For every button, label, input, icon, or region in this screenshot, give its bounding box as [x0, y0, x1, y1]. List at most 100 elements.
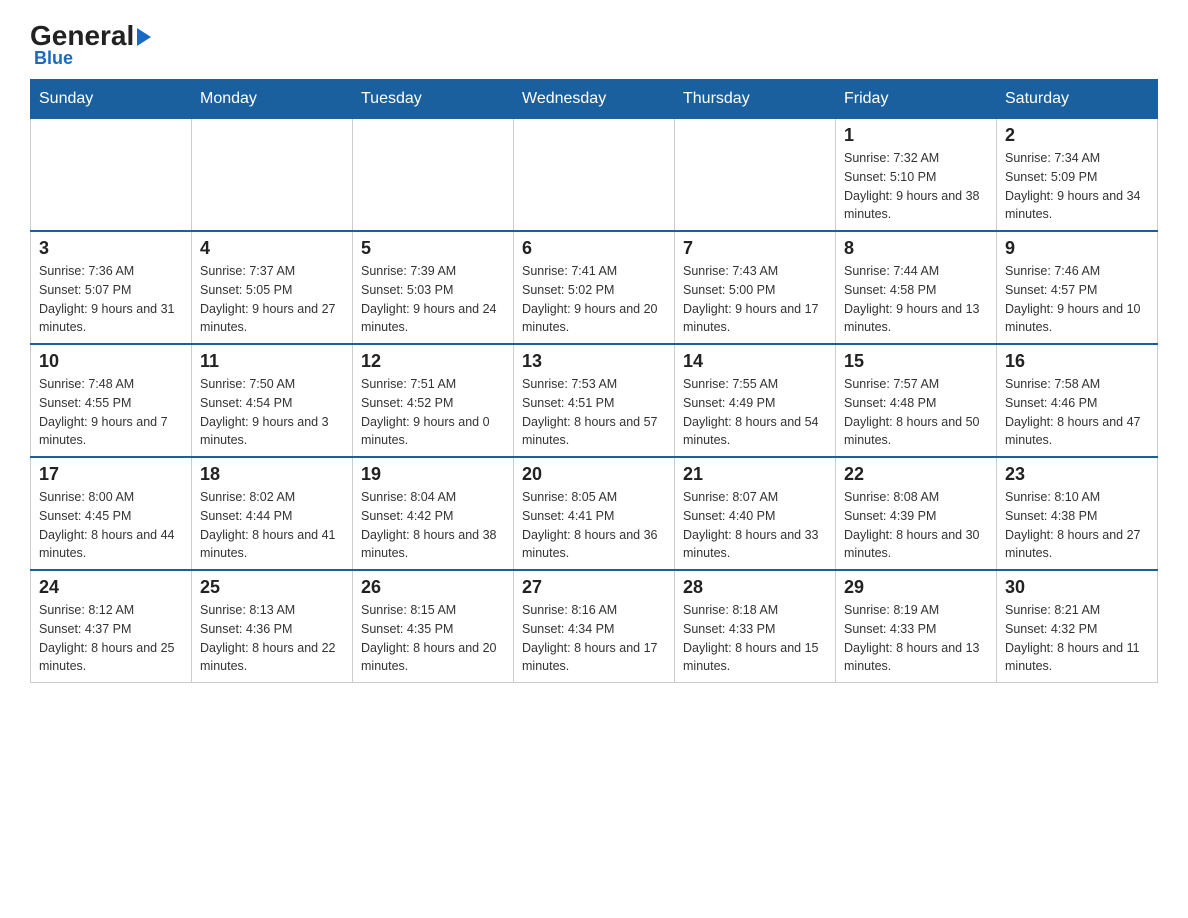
day-sun-info: Sunrise: 8:21 AMSunset: 4:32 PMDaylight:…	[1005, 601, 1149, 676]
calendar-table: SundayMondayTuesdayWednesdayThursdayFrid…	[30, 79, 1158, 683]
day-sun-info: Sunrise: 8:04 AMSunset: 4:42 PMDaylight:…	[361, 488, 505, 563]
day-number: 15	[844, 351, 988, 372]
day-sun-info: Sunrise: 8:07 AMSunset: 4:40 PMDaylight:…	[683, 488, 827, 563]
day-sun-info: Sunrise: 8:13 AMSunset: 4:36 PMDaylight:…	[200, 601, 344, 676]
calendar-day-cell: 19 Sunrise: 8:04 AMSunset: 4:42 PMDayligh…	[353, 457, 514, 570]
day-sun-info: Sunrise: 7:39 AMSunset: 5:03 PMDaylight:…	[361, 262, 505, 337]
calendar-day-cell: 11Sunrise: 7:50 AMSunset: 4:54 PMDayligh…	[192, 344, 353, 457]
day-number: 18	[200, 464, 344, 485]
day-number: 20	[522, 464, 666, 485]
calendar-day-cell: 7Sunrise: 7:43 AMSunset: 5:00 PMDaylight…	[675, 231, 836, 344]
day-number: 23	[1005, 464, 1149, 485]
day-sun-info: Sunrise: 8:00 AMSunset: 4:45 PMDaylight:…	[39, 488, 183, 563]
calendar-day-cell: 4 Sunrise: 7:37 AMSunset: 5:05 PMDaylight…	[192, 231, 353, 344]
calendar-day-cell: 15Sunrise: 7:57 AMSunset: 4:48 PMDayligh…	[836, 344, 997, 457]
day-number: 25	[200, 577, 344, 598]
day-sun-info: Sunrise: 8:19 AMSunset: 4:33 PMDaylight:…	[844, 601, 988, 676]
calendar-day-cell: 10 Sunrise: 7:48 AMSunset: 4:55 PMDayligh…	[31, 344, 192, 457]
day-number: 4	[200, 238, 344, 259]
day-sun-info: Sunrise: 7:41 AMSunset: 5:02 PMDaylight:…	[522, 262, 666, 337]
day-number: 28	[683, 577, 827, 598]
calendar-day-cell: 3 Sunrise: 7:36 AMSunset: 5:07 PMDaylight…	[31, 231, 192, 344]
day-number: 14	[683, 351, 827, 372]
calendar-day-cell: 9 Sunrise: 7:46 AMSunset: 4:57 PMDaylight…	[997, 231, 1158, 344]
calendar-week-row: 3 Sunrise: 7:36 AMSunset: 5:07 PMDaylight…	[31, 231, 1158, 344]
day-number: 26	[361, 577, 505, 598]
calendar-day-cell: 20 Sunrise: 8:05 AMSunset: 4:41 PMDayligh…	[514, 457, 675, 570]
day-of-week-header: Tuesday	[353, 80, 514, 119]
day-number: 17	[39, 464, 183, 485]
day-sun-info: Sunrise: 7:37 AMSunset: 5:05 PMDaylight:…	[200, 262, 344, 337]
day-sun-info: Sunrise: 8:16 AMSunset: 4:34 PMDaylight:…	[522, 601, 666, 676]
calendar-week-row: 17 Sunrise: 8:00 AMSunset: 4:45 PMDayligh…	[31, 457, 1158, 570]
day-sun-info: Sunrise: 7:53 AMSunset: 4:51 PMDaylight:…	[522, 375, 666, 450]
day-number: 9	[1005, 238, 1149, 259]
day-number: 6	[522, 238, 666, 259]
day-number: 27	[522, 577, 666, 598]
calendar-day-cell: 23 Sunrise: 8:10 AMSunset: 4:38 PMDayligh…	[997, 457, 1158, 570]
day-number: 5	[361, 238, 505, 259]
calendar-day-cell: 5 Sunrise: 7:39 AMSunset: 5:03 PMDaylight…	[353, 231, 514, 344]
day-sun-info: Sunrise: 7:36 AMSunset: 5:07 PMDaylight:…	[39, 262, 183, 337]
day-number: 3	[39, 238, 183, 259]
day-of-week-header: Thursday	[675, 80, 836, 119]
day-sun-info: Sunrise: 7:55 AMSunset: 4:49 PMDaylight:…	[683, 375, 827, 450]
day-sun-info: Sunrise: 7:48 AMSunset: 4:55 PMDaylight:…	[39, 375, 183, 450]
day-number: 29	[844, 577, 988, 598]
day-number: 24	[39, 577, 183, 598]
day-sun-info: Sunrise: 8:18 AMSunset: 4:33 PMDaylight:…	[683, 601, 827, 676]
calendar-day-cell: 26Sunrise: 8:15 AMSunset: 4:35 PMDayligh…	[353, 570, 514, 683]
calendar-day-cell: 22Sunrise: 8:08 AMSunset: 4:39 PMDayligh…	[836, 457, 997, 570]
calendar-day-cell: 29 Sunrise: 8:19 AMSunset: 4:33 PMDayligh…	[836, 570, 997, 683]
day-sun-info: Sunrise: 8:02 AMSunset: 4:44 PMDaylight:…	[200, 488, 344, 563]
day-sun-info: Sunrise: 7:58 AMSunset: 4:46 PMDaylight:…	[1005, 375, 1149, 450]
day-number: 16	[1005, 351, 1149, 372]
day-number: 8	[844, 238, 988, 259]
day-number: 12	[361, 351, 505, 372]
day-number: 30	[1005, 577, 1149, 598]
calendar-header-row: SundayMondayTuesdayWednesdayThursdayFrid…	[31, 80, 1158, 119]
calendar-week-row: 1Sunrise: 7:32 AMSunset: 5:10 PMDaylight…	[31, 119, 1158, 232]
calendar-day-cell: 28 Sunrise: 8:18 AMSunset: 4:33 PMDayligh…	[675, 570, 836, 683]
logo-arrow-icon	[137, 28, 151, 46]
calendar-day-cell: 30 Sunrise: 8:21 AMSunset: 4:32 PMDayligh…	[997, 570, 1158, 683]
day-of-week-header: Sunday	[31, 80, 192, 119]
day-sun-info: Sunrise: 7:43 AMSunset: 5:00 PMDaylight:…	[683, 262, 827, 337]
day-sun-info: Sunrise: 8:10 AMSunset: 4:38 PMDaylight:…	[1005, 488, 1149, 563]
day-number: 11	[200, 351, 344, 372]
day-sun-info: Sunrise: 8:08 AMSunset: 4:39 PMDaylight:…	[844, 488, 988, 563]
calendar-day-cell: 13 Sunrise: 7:53 AMSunset: 4:51 PMDayligh…	[514, 344, 675, 457]
calendar-day-cell	[31, 119, 192, 232]
day-of-week-header: Monday	[192, 80, 353, 119]
calendar-day-cell: 27 Sunrise: 8:16 AMSunset: 4:34 PMDayligh…	[514, 570, 675, 683]
calendar-day-cell: 14 Sunrise: 7:55 AMSunset: 4:49 PMDayligh…	[675, 344, 836, 457]
day-number: 21	[683, 464, 827, 485]
day-number: 10	[39, 351, 183, 372]
calendar-day-cell	[192, 119, 353, 232]
calendar-day-cell: 17 Sunrise: 8:00 AMSunset: 4:45 PMDayligh…	[31, 457, 192, 570]
calendar-week-row: 24 Sunrise: 8:12 AMSunset: 4:37 PMDayligh…	[31, 570, 1158, 683]
calendar-day-cell: 18 Sunrise: 8:02 AMSunset: 4:44 PMDayligh…	[192, 457, 353, 570]
calendar-day-cell: 6 Sunrise: 7:41 AMSunset: 5:02 PMDaylight…	[514, 231, 675, 344]
calendar-day-cell: 12 Sunrise: 7:51 AMSunset: 4:52 PMDayligh…	[353, 344, 514, 457]
calendar-day-cell	[353, 119, 514, 232]
day-number: 19	[361, 464, 505, 485]
day-number: 13	[522, 351, 666, 372]
calendar-day-cell: 25 Sunrise: 8:13 AMSunset: 4:36 PMDayligh…	[192, 570, 353, 683]
calendar-week-row: 10 Sunrise: 7:48 AMSunset: 4:55 PMDayligh…	[31, 344, 1158, 457]
day-sun-info: Sunrise: 7:51 AMSunset: 4:52 PMDaylight:…	[361, 375, 505, 450]
day-of-week-header: Wednesday	[514, 80, 675, 119]
logo-sub: Blue	[34, 48, 73, 69]
calendar-day-cell: 8Sunrise: 7:44 AMSunset: 4:58 PMDaylight…	[836, 231, 997, 344]
calendar-day-cell: 21 Sunrise: 8:07 AMSunset: 4:40 PMDayligh…	[675, 457, 836, 570]
day-sun-info: Sunrise: 7:34 AMSunset: 5:09 PMDaylight:…	[1005, 149, 1149, 224]
calendar-day-cell: 24 Sunrise: 8:12 AMSunset: 4:37 PMDayligh…	[31, 570, 192, 683]
calendar-day-cell	[514, 119, 675, 232]
day-of-week-header: Friday	[836, 80, 997, 119]
day-sun-info: Sunrise: 7:46 AMSunset: 4:57 PMDaylight:…	[1005, 262, 1149, 337]
page-header: General Blue	[30, 20, 1158, 69]
day-sun-info: Sunrise: 8:12 AMSunset: 4:37 PMDaylight:…	[39, 601, 183, 676]
calendar-day-cell: 1Sunrise: 7:32 AMSunset: 5:10 PMDaylight…	[836, 119, 997, 232]
day-sun-info: Sunrise: 8:05 AMSunset: 4:41 PMDaylight:…	[522, 488, 666, 563]
day-number: 1	[844, 125, 988, 146]
